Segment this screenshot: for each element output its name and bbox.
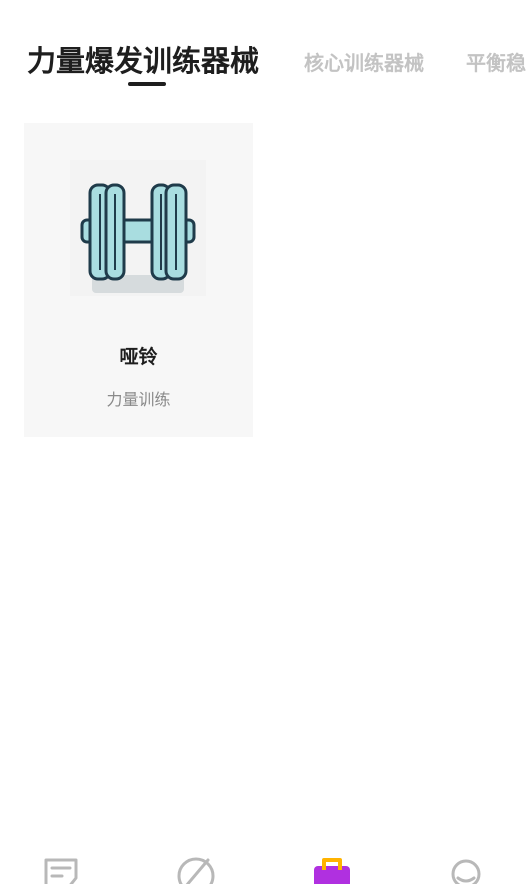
product-card[interactable]: 哑铃 力量训练 — [24, 123, 253, 437]
bottom-navigation — [0, 846, 526, 884]
tab-core-equipment[interactable]: 核心训练器械 — [304, 47, 424, 76]
product-category: 力量训练 — [106, 390, 171, 409]
nav-profile[interactable] — [444, 852, 488, 884]
product-image — [70, 160, 206, 296]
discover-icon — [177, 857, 215, 884]
active-tab-indicator — [128, 82, 166, 86]
notes-icon — [44, 858, 78, 884]
product-name: 哑铃 — [119, 346, 158, 368]
app-screen: 力量爆发训练器械 核心训练器械 平衡稳 哑铃 力量训练 — [0, 0, 526, 884]
shop-bag-icon — [314, 858, 350, 884]
category-tabs: 力量爆发训练器械 核心训练器械 平衡稳 — [0, 38, 526, 92]
dumbbell-icon — [80, 183, 196, 293]
tab-strength-equipment[interactable]: 力量爆发训练器械 — [27, 38, 259, 80]
nav-discover[interactable] — [174, 852, 218, 884]
profile-icon — [451, 859, 481, 884]
nav-notes[interactable] — [40, 852, 84, 884]
nav-shop[interactable] — [310, 852, 354, 884]
tab-balance-equipment[interactable]: 平衡稳 — [466, 47, 526, 76]
